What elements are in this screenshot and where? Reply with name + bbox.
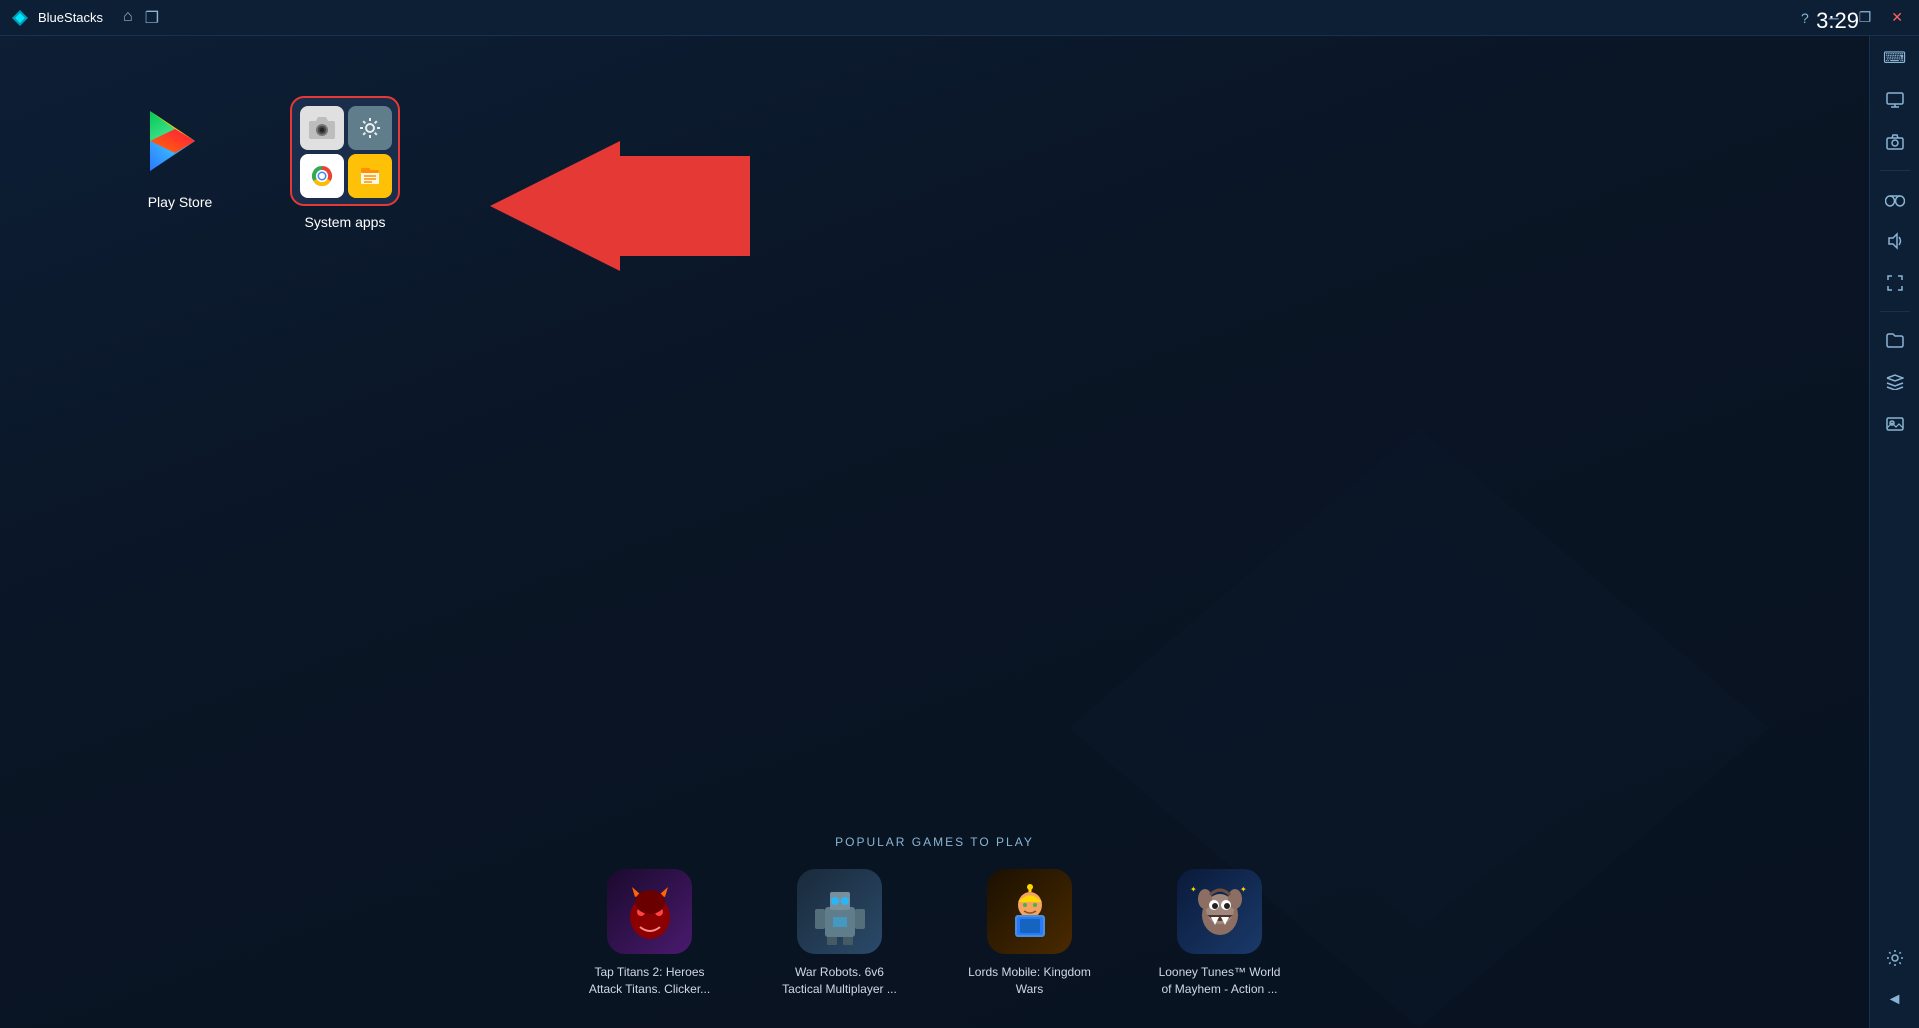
war-robots-label: War Robots. 6v6 Tactical Multiplayer ... <box>775 964 905 998</box>
looney-tunes-icon: ✦ ✦ <box>1177 869 1262 954</box>
nav-icons: ⌂ ❐ <box>123 8 159 28</box>
bluestacks-logo-icon <box>10 8 30 28</box>
sidebar-divider-2 <box>1880 311 1910 312</box>
system-apps-folder[interactable] <box>290 96 400 206</box>
svg-text:✦: ✦ <box>1190 885 1197 894</box>
clock: 3:29 <box>1816 8 1859 34</box>
titlebar: BlueStacks ⌂ ❐ ? ─ ❐ ✕ <box>0 0 1919 36</box>
copy-nav-icon[interactable]: ❐ <box>145 8 159 28</box>
looney-tunes-label: Looney Tunes™ World of Mayhem - Action .… <box>1155 964 1285 998</box>
play-store-app[interactable]: Play Store <box>120 96 240 210</box>
folder-camera-icon <box>300 106 344 150</box>
play-store-icon-wrapper <box>135 96 225 186</box>
system-apps-label: System apps <box>305 214 386 230</box>
folder-chrome-icon <box>300 154 344 198</box>
play-store-label: Play Store <box>148 194 213 210</box>
system-apps-app[interactable]: System apps <box>280 96 410 230</box>
arrow-left-sidebar-icon[interactable]: ◄ <box>1877 982 1913 1018</box>
home-nav-icon[interactable]: ⌂ <box>123 8 133 28</box>
play-store-icon <box>140 101 220 181</box>
volume-sidebar-icon[interactable] <box>1877 223 1913 259</box>
camera-sidebar-icon[interactable] <box>1877 124 1913 160</box>
game-war-robots[interactable]: War Robots. 6v6 Tactical Multiplayer ... <box>775 869 905 998</box>
popular-section: POPULAR GAMES TO PLAY Tap Ti <box>0 835 1869 1028</box>
game-lords-mobile[interactable]: Lords Mobile: Kingdom Wars <box>965 869 1095 998</box>
folder-sidebar-icon[interactable] <box>1877 322 1913 358</box>
folder-settings-icon <box>348 106 392 150</box>
screen-sidebar-icon[interactable] <box>1877 82 1913 118</box>
game-tap-titans[interactable]: Tap Titans 2: Heroes Attack Titans. Clic… <box>585 869 715 998</box>
logo-area: BlueStacks <box>10 8 103 28</box>
lords-mobile-icon <box>987 869 1072 954</box>
game-looney-tunes[interactable]: ✦ ✦ Looney Tunes™ World of Mayhem - Acti… <box>1155 869 1285 998</box>
tap-titans-label: Tap Titans 2: Heroes Attack Titans. Clic… <box>585 964 715 998</box>
settings-sidebar-icon[interactable] <box>1877 940 1913 976</box>
app-title: BlueStacks <box>38 10 103 25</box>
sidebar-divider-1 <box>1880 170 1910 171</box>
layers-sidebar-icon[interactable] <box>1877 364 1913 400</box>
war-robots-icon <box>797 869 882 954</box>
popular-section-title: POPULAR GAMES TO PLAY <box>0 835 1869 849</box>
app-grid: Play Store <box>120 96 410 230</box>
photo-sidebar-icon[interactable] <box>1877 406 1913 442</box>
close-button[interactable]: ✕ <box>1885 7 1909 28</box>
red-arrow <box>490 141 750 276</box>
help-button[interactable]: ? <box>1795 8 1815 28</box>
fullscreen-sidebar-icon[interactable] <box>1877 265 1913 301</box>
keyboard-sidebar-icon[interactable]: ⌨ <box>1877 40 1913 76</box>
right-sidebar: ⌨ <box>1869 0 1919 1028</box>
lords-mobile-label: Lords Mobile: Kingdom Wars <box>965 964 1095 998</box>
main-content: Play Store <box>0 36 1869 1028</box>
games-row: Tap Titans 2: Heroes Attack Titans. Clic… <box>0 869 1869 998</box>
svg-text:✦: ✦ <box>1240 885 1247 894</box>
gamepad-sidebar-icon[interactable] <box>1877 181 1913 217</box>
sidebar-bottom: ◄ <box>1877 940 1913 1028</box>
tap-titans-icon <box>607 869 692 954</box>
folder-files-icon <box>348 154 392 198</box>
